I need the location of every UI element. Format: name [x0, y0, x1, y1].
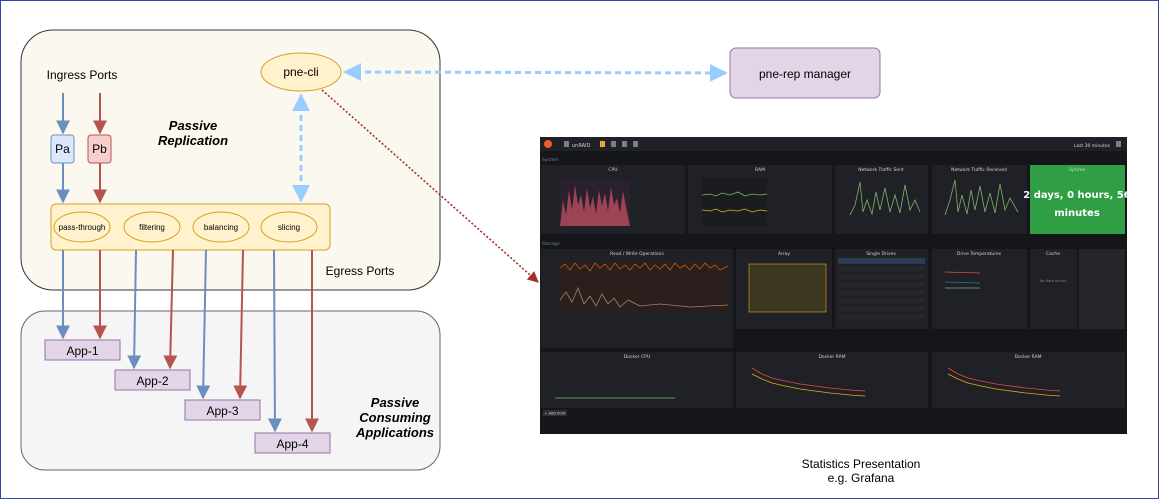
app-1-label: App-1	[66, 344, 98, 358]
dashboard-name[interactable]: unRAID	[572, 143, 591, 149]
cache-no-data-message: No data points	[1040, 279, 1066, 283]
panel-ram-title: RAM	[755, 167, 765, 173]
panel-drive-temps-title: Drive Temperatures	[957, 251, 1002, 257]
uptime-value-line1: 2 days, 0 hours, 56	[1023, 190, 1130, 201]
mode-pass-through-label: pass-through	[59, 223, 106, 232]
panel-cache-title: Cache	[1046, 251, 1060, 257]
read-write-chart-area	[560, 262, 728, 312]
single-drives-row-1	[838, 266, 925, 271]
panel-docker-cpu-title: Docker CPU	[624, 354, 650, 360]
replication-title-line1: Passive	[169, 118, 217, 133]
panel-docker-ram-1-title: Docker RAM	[818, 354, 845, 360]
refresh-icon[interactable]	[1116, 141, 1121, 147]
single-drives-row-5	[838, 298, 925, 303]
replication-title-line2: Replication	[158, 133, 228, 148]
single-drives-row-4	[838, 290, 925, 295]
grafana-dashboard: unRAID Last 30 minutes System CPU RAM Ne…	[540, 137, 1131, 434]
panel-network-received[interactable]	[932, 165, 1027, 234]
panel-docker-cpu[interactable]	[541, 352, 733, 408]
ingress-ports-label: Ingress Ports	[47, 68, 118, 82]
grafana-logo-icon[interactable]	[544, 140, 552, 148]
panel-drive-temps[interactable]	[932, 249, 1027, 329]
panel-uptime-title: Uptime	[1069, 167, 1086, 173]
panel-docker-ram-2-title: Docker RAM	[1014, 354, 1041, 360]
panel-cpu-title: CPU	[608, 167, 617, 173]
mode-slicing-label: slicing	[278, 223, 300, 232]
pne-rep-manager-label: pne-rep manager	[759, 67, 851, 81]
panel-array-title: Array	[778, 251, 790, 257]
panel-placeholder-hatched	[1079, 249, 1125, 329]
star-icon[interactable]	[600, 141, 605, 147]
panel-network-received-title: Network Traffic Received	[951, 167, 1007, 173]
row-storage-title[interactable]: Storage	[542, 241, 560, 247]
panel-read-write-title: Read / Write Operations	[610, 251, 664, 257]
panel-network-sent-title: Network Traffic Sent	[858, 167, 904, 173]
egress-blue-app4	[267, 249, 282, 433]
array-chart-area	[748, 263, 827, 313]
egress-ports-label: Egress Ports	[326, 264, 395, 278]
settings-gear-icon[interactable]	[633, 141, 638, 147]
uptime-value-line2: minutes	[1054, 208, 1100, 219]
grafana-topbar	[540, 137, 1127, 151]
consuming-title-line3: Applications	[355, 425, 434, 440]
share-icon[interactable]	[611, 141, 616, 147]
dashboard-grid-icon	[564, 141, 569, 147]
single-drives-row-6	[838, 306, 925, 311]
app-4-label: App-4	[276, 437, 308, 451]
consuming-title-line1: Passive	[371, 395, 419, 410]
add-row-label: + ADD ROW	[545, 412, 567, 416]
save-icon[interactable]	[622, 141, 627, 147]
port-a-label: Pa	[55, 142, 70, 156]
row-system-title[interactable]: System	[542, 157, 559, 163]
consuming-title-line2: Consuming	[359, 410, 431, 425]
single-drives-row-3	[838, 282, 925, 287]
panel-network-sent[interactable]	[835, 165, 928, 234]
ram-chart-area	[702, 178, 767, 226]
port-b-label: Pb	[92, 142, 107, 156]
panel-single-drives-title: Single Drives	[866, 251, 896, 257]
time-range-picker[interactable]: Last 30 minutes	[1074, 143, 1111, 149]
single-drives-table-header	[838, 258, 925, 264]
stats-caption-line2: e.g. Grafana	[828, 471, 895, 485]
panel-cache[interactable]	[1030, 249, 1077, 329]
pne-cli-label: pne-cli	[283, 65, 318, 79]
stats-caption-line1: Statistics Presentation	[802, 457, 921, 471]
mode-filtering-label: filtering	[139, 223, 165, 232]
architecture-diagram: Passive Replication Passive Consuming Ap…	[20, 29, 1131, 485]
app-3-label: App-3	[206, 404, 238, 418]
mode-balancing-label: balancing	[204, 223, 238, 232]
app-2-label: App-2	[136, 374, 168, 388]
consuming-region	[20, 310, 441, 471]
single-drives-row-7	[838, 314, 925, 319]
single-drives-row-2	[838, 274, 925, 279]
